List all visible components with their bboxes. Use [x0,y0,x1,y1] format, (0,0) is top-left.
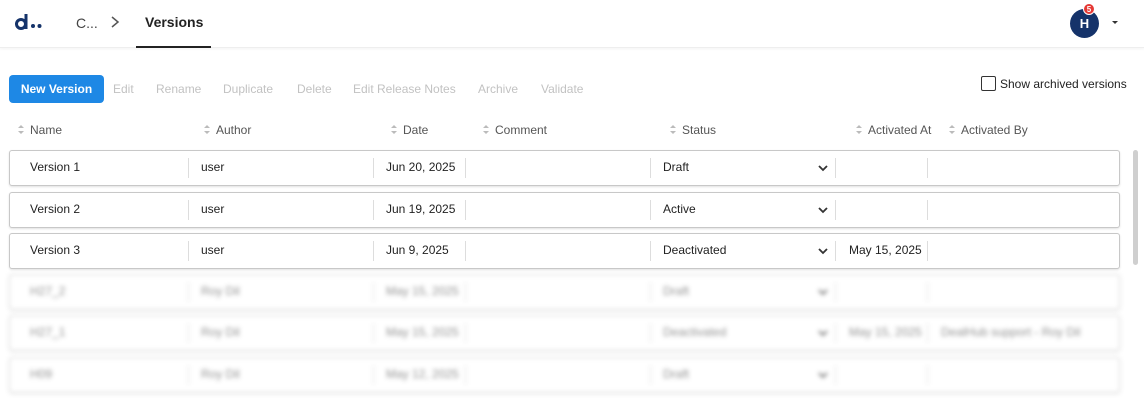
cell-author: Roy Dil [201,284,240,298]
cell-author: Roy Dil [201,367,240,381]
validate-button[interactable]: Validate [541,82,583,96]
app-logo-icon[interactable] [15,12,47,34]
cell-name: Version 1 [30,160,81,174]
duplicate-button[interactable]: Duplicate [223,82,273,96]
sort-icon [856,125,862,134]
column-header-date[interactable]: Date [390,123,428,137]
chevron-down-icon[interactable] [817,329,829,338]
breadcrumb[interactable]: C... [76,15,98,31]
column-header-comment[interactable]: Comment [482,123,547,137]
table-row[interactable]: H09 Roy Dil May 12, 2025 Draft [9,357,1120,393]
edit-button[interactable]: Edit [113,82,134,96]
cell-author: user [201,243,225,257]
cell-activated-by: DealHub support - Roy Dil [941,325,1081,339]
tab-versions[interactable]: Versions [136,0,211,48]
delete-button[interactable]: Delete [297,82,332,96]
table-row[interactable]: H27_2 Roy Dil May 15, 2025 Draft [9,274,1120,310]
top-header: C... Versions H 5 [0,0,1144,48]
table-row[interactable]: Version 2 user Jun 19, 2025 Active [9,192,1120,228]
cell-status[interactable]: Draft [663,284,689,298]
table-row[interactable]: Version 3 user Jun 9, 2025 Deactivated M… [9,233,1120,269]
cell-activated-at: May 15, 2025 [849,243,922,257]
column-header-name[interactable]: Name [17,123,62,137]
sort-icon [391,125,397,134]
chevron-down-icon[interactable] [817,247,829,256]
cell-author: Roy Dil [201,325,240,339]
cell-date: May 12, 2025 [386,367,459,381]
cell-author: user [201,160,225,174]
show-archived-checkbox[interactable] [981,76,996,91]
scrollbar[interactable] [1133,150,1138,265]
cell-date: May 15, 2025 [386,284,459,298]
cell-status[interactable]: Deactivated [663,325,726,339]
cell-status[interactable]: Deactivated [663,243,726,257]
cell-name: H27_2 [30,284,66,298]
cell-date: Jun 9, 2025 [386,243,449,257]
sort-icon [204,125,210,134]
tab-versions-label: Versions [145,14,204,30]
cell-name: H27_1 [30,325,66,339]
chevron-down-icon[interactable] [817,371,829,380]
column-header-activated-by[interactable]: Activated By [948,123,1028,137]
cell-author: user [201,202,225,216]
cell-date: Jun 19, 2025 [386,202,456,216]
sort-icon [949,125,955,134]
archive-button[interactable]: Archive [478,82,518,96]
chevron-down-icon[interactable] [817,206,829,215]
new-version-button[interactable]: New Version [9,75,104,103]
column-header-activated-at[interactable]: Activated At [855,123,931,137]
caret-down-icon[interactable] [1110,18,1120,26]
sort-icon [670,125,676,134]
column-header-author[interactable]: Author [203,123,251,137]
table-row[interactable]: Version 1 user Jun 20, 2025 Draft [9,150,1120,186]
chevron-down-icon[interactable] [817,164,829,173]
cell-date: Jun 20, 2025 [386,160,456,174]
cell-name: H09 [30,367,53,381]
sort-icon [18,125,24,134]
cell-status[interactable]: Draft [663,367,689,381]
column-header-status[interactable]: Status [669,123,716,137]
cell-status[interactable]: Draft [663,160,689,174]
rename-button[interactable]: Rename [156,82,201,96]
notification-badge: 5 [1083,3,1095,15]
cell-date: May 15, 2025 [386,325,459,339]
sort-icon [483,125,489,134]
cell-activated-at: May 15, 2025 [849,325,922,339]
cell-name: Version 3 [30,243,81,257]
chevron-down-icon[interactable] [817,288,829,297]
edit-release-notes-button[interactable]: Edit Release Notes [353,82,456,96]
show-archived-label: Show archived versions [1000,77,1127,91]
table-row[interactable]: H27_1 Roy Dil May 15, 2025 Deactivated M… [9,315,1120,351]
cell-status[interactable]: Active [663,202,696,216]
cell-name: Version 2 [30,202,81,216]
chevron-right-icon [111,16,120,28]
